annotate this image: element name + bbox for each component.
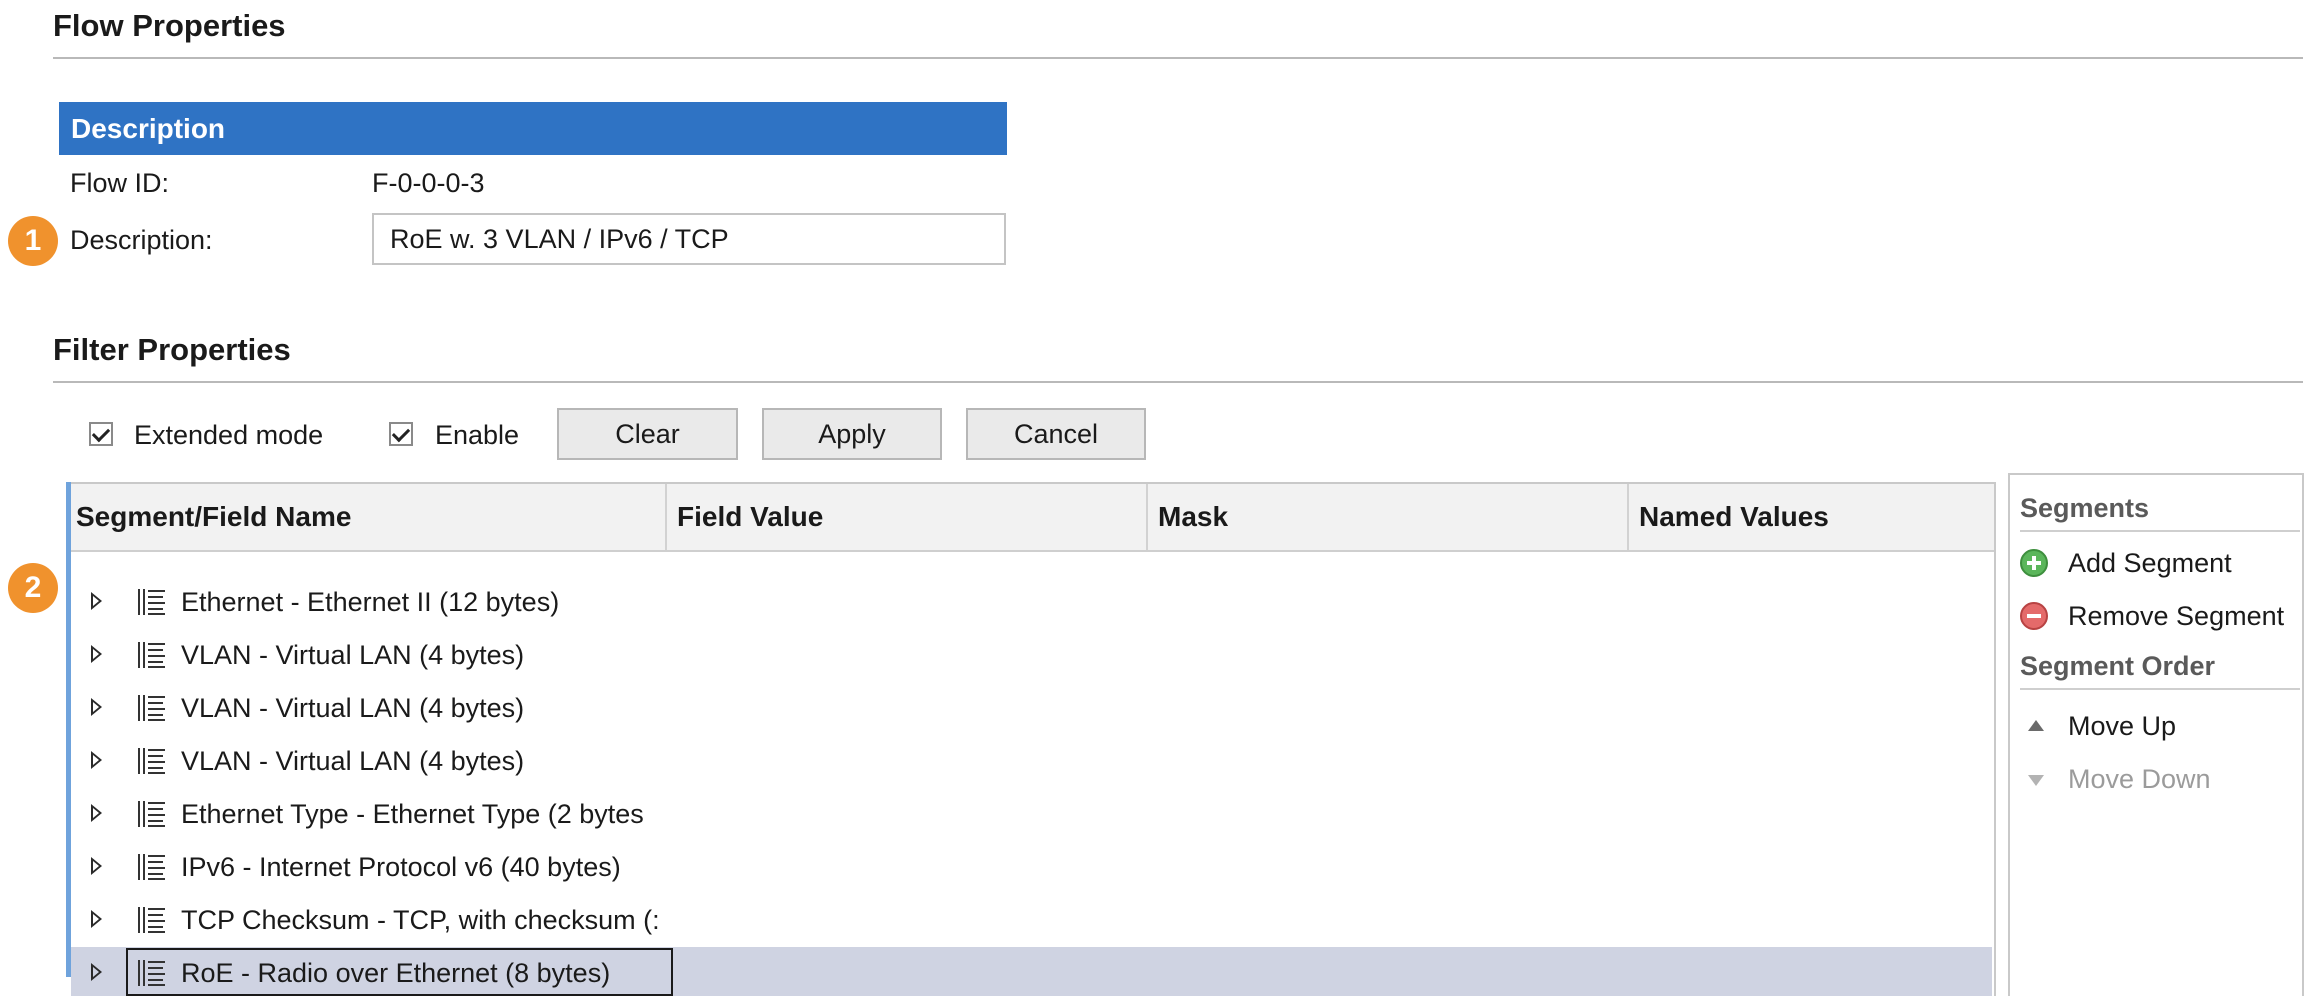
description-label: Description:: [70, 225, 213, 255]
callout-badge-1: 1: [8, 216, 58, 266]
segments-side-panel: Segments Add Segment Remove Segment Segm…: [2008, 473, 2304, 996]
segment-list-icon: [137, 800, 167, 828]
grid-left-accent: [66, 482, 71, 977]
plus-circle-icon: [2020, 549, 2048, 577]
triangle-right-icon[interactable]: [91, 645, 102, 663]
segment-grid: Segment/Field Name Field Value Mask Name…: [66, 482, 1996, 996]
segment-list-icon: [137, 641, 167, 669]
move-down-button[interactable]: Move Down: [2010, 755, 2302, 803]
triangle-right-icon[interactable]: [91, 963, 102, 981]
remove-segment-label: Remove Segment: [2068, 601, 2285, 631]
segments-heading: Segments: [2020, 493, 2150, 523]
table-row[interactable]: VLAN - Virtual LAN (4 bytes): [71, 735, 1992, 787]
triangle-right-icon[interactable]: [91, 804, 102, 822]
segment-order-divider: [2020, 688, 2300, 690]
move-up-label: Move Up: [2068, 711, 2177, 741]
remove-segment-button[interactable]: Remove Segment: [2010, 592, 2302, 640]
segment-list-icon: [137, 853, 167, 881]
flow-id-value: F-0-0-0-3: [372, 168, 485, 198]
segment-name-cell: IPv6 - Internet Protocol v6 (40 bytes): [181, 852, 621, 882]
extended-mode-label: Extended mode: [134, 420, 324, 450]
triangle-right-icon[interactable]: [91, 751, 102, 769]
table-row[interactable]: IPv6 - Internet Protocol v6 (40 bytes): [71, 841, 1992, 893]
cancel-button[interactable]: Cancel: [966, 408, 1146, 460]
segment-name-cell: VLAN - Virtual LAN (4 bytes): [181, 693, 525, 723]
triangle-down-icon: [2028, 775, 2044, 786]
table-row[interactable]: Ethernet - Ethernet II (12 bytes): [71, 576, 1992, 628]
segment-name-cell: Ethernet Type - Ethernet Type (2 bytes: [181, 799, 644, 829]
flow-properties-divider: [53, 57, 2303, 59]
focus-rectangle: [126, 948, 673, 996]
description-input[interactable]: RoE w. 3 VLAN / IPv6 / TCP: [372, 213, 1006, 265]
minus-circle-icon: [2020, 602, 2048, 630]
table-row[interactable]: TCP Checksum - TCP, with checksum (:: [71, 894, 1992, 946]
segment-list-icon: [137, 906, 167, 934]
segment-name-cell: VLAN - Virtual LAN (4 bytes): [181, 640, 525, 670]
column-header-field-value[interactable]: Field Value: [667, 484, 1148, 550]
segment-name-cell: Ethernet - Ethernet II (12 bytes): [181, 587, 560, 617]
triangle-up-icon: [2028, 720, 2044, 731]
triangle-right-icon[interactable]: [91, 910, 102, 928]
flow-properties-title: Flow Properties: [53, 8, 286, 43]
enable-label: Enable: [435, 420, 520, 450]
filter-properties-divider: [53, 381, 2303, 383]
move-up-button[interactable]: Move Up: [2010, 702, 2302, 750]
apply-button[interactable]: Apply: [762, 408, 942, 460]
triangle-right-icon[interactable]: [91, 592, 102, 610]
triangle-right-icon[interactable]: [91, 857, 102, 875]
column-header-mask[interactable]: Mask: [1148, 484, 1629, 550]
column-header-segment-field-name[interactable]: Segment/Field Name: [66, 484, 667, 550]
callout-badge-2: 2: [8, 563, 58, 613]
table-row[interactable]: Ethernet Type - Ethernet Type (2 bytes: [71, 788, 1992, 840]
enable-checkbox[interactable]: [389, 422, 413, 446]
triangle-right-icon[interactable]: [91, 698, 102, 716]
add-segment-button[interactable]: Add Segment: [2010, 539, 2302, 587]
segments-heading-divider: [2020, 530, 2300, 532]
segment-list-icon: [137, 588, 167, 616]
segment-order-heading: Segment Order: [2020, 651, 2216, 681]
segment-name-cell: VLAN - Virtual LAN (4 bytes): [181, 746, 525, 776]
add-segment-label: Add Segment: [2068, 548, 2232, 578]
table-row[interactable]: VLAN - Virtual LAN (4 bytes): [71, 682, 1992, 734]
description-group-header: Description: [59, 102, 1007, 155]
move-down-label: Move Down: [2068, 764, 2211, 794]
extended-mode-checkbox[interactable]: [89, 422, 113, 446]
segment-name-cell: TCP Checksum - TCP, with checksum (:: [181, 905, 660, 935]
clear-button[interactable]: Clear: [557, 408, 738, 460]
filter-properties-title: Filter Properties: [53, 332, 291, 367]
segment-list-icon: [137, 694, 167, 722]
table-row[interactable]: RoE - Radio over Ethernet (8 bytes): [71, 947, 1992, 996]
grid-header: Segment/Field Name Field Value Mask Name…: [66, 484, 1994, 552]
column-header-named-values[interactable]: Named Values: [1629, 484, 1993, 550]
table-row[interactable]: VLAN - Virtual LAN (4 bytes): [71, 629, 1992, 681]
segment-list-icon: [137, 747, 167, 775]
flow-id-label: Flow ID:: [70, 168, 170, 198]
